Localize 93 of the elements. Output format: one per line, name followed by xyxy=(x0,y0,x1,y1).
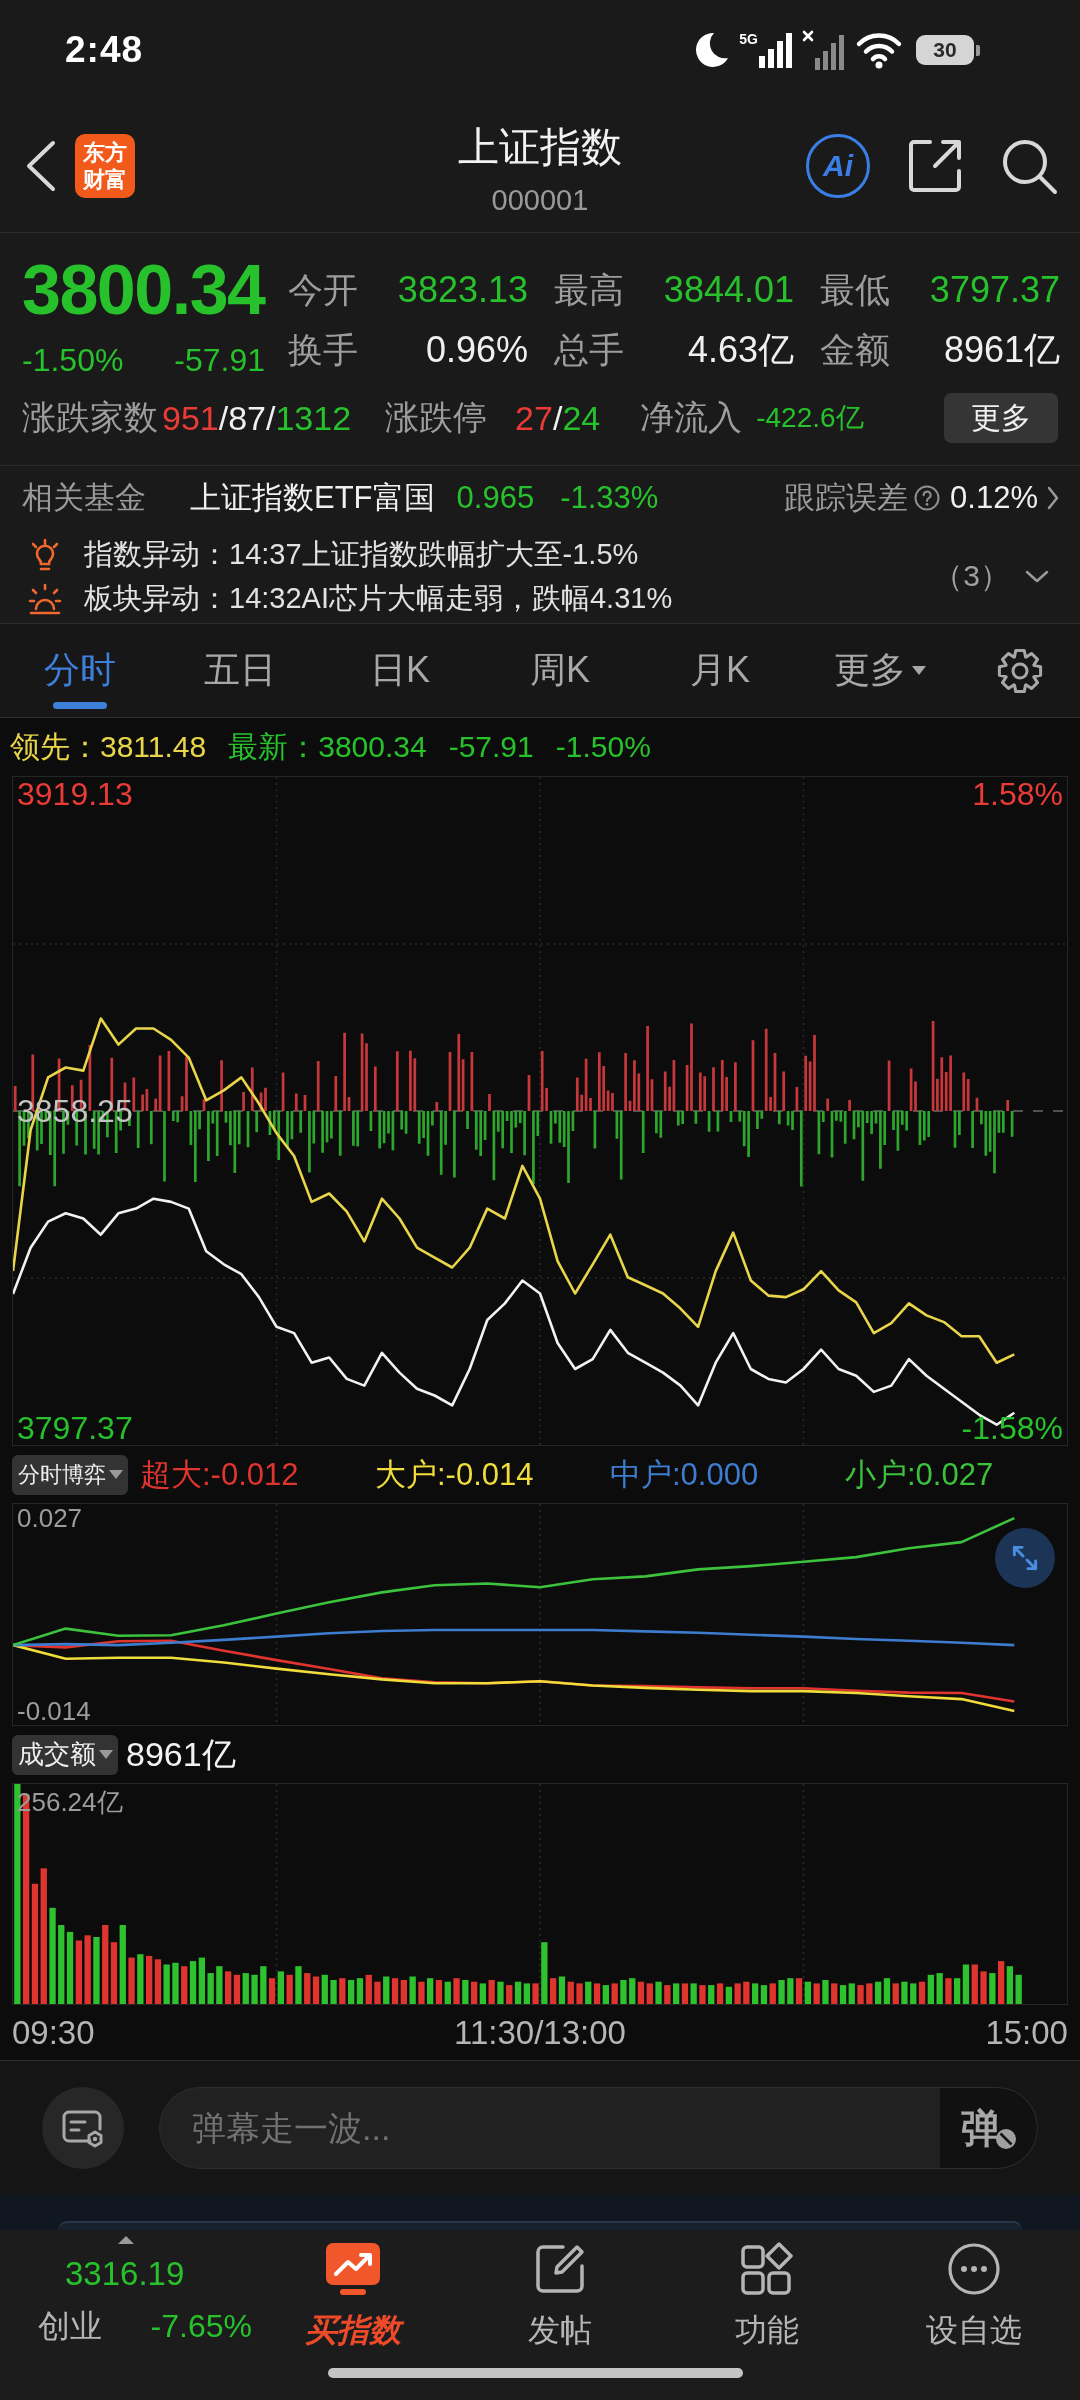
index-value[interactable]: 3316.19 xyxy=(65,2254,185,2294)
turnover-total: 8961亿 xyxy=(126,1733,236,1775)
stat-label: 净流入 xyxy=(640,397,743,438)
chart-tab[interactable]: 周K xyxy=(480,624,640,717)
stock-code: 000001 xyxy=(491,183,589,218)
time-label: 11:30/13:00 xyxy=(454,2012,626,2053)
legend-text: 中户:0.000 xyxy=(610,1455,760,1494)
document-gear-icon[interactable] xyxy=(42,2087,124,2169)
count-text: / xyxy=(552,398,563,438)
stock-title: 上证指数 xyxy=(458,123,622,172)
signal-icon xyxy=(759,32,793,68)
change-percent: -1.50% xyxy=(22,341,124,380)
count-text: 24 xyxy=(562,398,601,438)
network-type: 5G xyxy=(739,32,758,46)
chart-tab[interactable]: 更多 xyxy=(800,624,960,717)
stat-label: 换手 xyxy=(288,328,358,371)
more-icon xyxy=(946,2242,1001,2296)
fund-label: 相关基金 xyxy=(22,479,146,517)
chart-tab[interactable]: 月K xyxy=(640,624,800,717)
count-text: 27 xyxy=(515,398,553,438)
stat-label: 最低 xyxy=(820,268,890,311)
time-label: 09:30 xyxy=(12,2012,95,2053)
stat-label: 总手 xyxy=(554,328,624,371)
caret-up-icon[interactable] xyxy=(118,2236,134,2244)
stat-value: 4.63亿 xyxy=(687,327,794,372)
change-amount: -57.91 xyxy=(174,341,265,380)
stat-label: 涨跌家数 xyxy=(22,397,158,438)
nav-button[interactable]: 发帖 xyxy=(456,2230,663,2400)
axis-label: 0.027 xyxy=(17,1504,83,1533)
index-name[interactable]: 创业 xyxy=(38,2304,102,2348)
stat-label: 最高 xyxy=(554,268,624,311)
caret-down-icon xyxy=(912,666,926,675)
help-icon[interactable] xyxy=(914,485,941,511)
wifi-icon xyxy=(855,31,903,69)
legend-text: 大户:-0.014 xyxy=(375,1455,535,1494)
news-headline[interactable]: 指数异动：14:37上证指数跌幅扩大至-1.5% xyxy=(84,534,639,575)
axis-label: -0.014 xyxy=(17,1696,91,1725)
stat-label: 今开 xyxy=(288,268,358,311)
ai-button[interactable]: Ai xyxy=(806,134,870,198)
indicator-selector[interactable]: 成交额 xyxy=(12,1734,118,1775)
count-text: 951 xyxy=(162,398,219,438)
axis-label: 1.58% xyxy=(972,777,1063,811)
fund-name[interactable]: 上证指数ETF富国 xyxy=(190,477,435,519)
index-change[interactable]: -7.65% xyxy=(150,2304,252,2348)
legend-text: 小户:0.027 xyxy=(845,1455,995,1494)
app-logo: 东方 财富 xyxy=(75,134,135,198)
news-headline[interactable]: 板块异动：14:32AI芯片大幅走弱，跌幅4.31% xyxy=(84,578,673,619)
stat-value: 3823.13 xyxy=(397,269,528,311)
tracking-error-label: 跟踪误差 xyxy=(784,479,909,517)
battery-level: 30 xyxy=(916,35,974,65)
stat-value: 0.96% xyxy=(425,329,528,371)
chevron-down-icon[interactable] xyxy=(1024,568,1050,585)
more-button[interactable]: 更多 xyxy=(944,393,1058,443)
chart-tab[interactable]: 五日 xyxy=(160,624,320,717)
legend-text: -1.50% xyxy=(555,730,651,764)
no-signal-icon xyxy=(802,30,846,70)
nav-button[interactable]: 功能 xyxy=(663,2230,870,2400)
axis-label: -1.58% xyxy=(961,1410,1063,1445)
stat-value: 3797.37 xyxy=(929,269,1060,311)
trend-chart-icon xyxy=(323,2242,382,2296)
chart-tab[interactable]: 日K xyxy=(320,624,480,717)
share-icon[interactable] xyxy=(906,137,964,195)
stat-value: 3844.01 xyxy=(663,269,794,311)
stat-value: 8961亿 xyxy=(943,327,1060,372)
axis-label: 3919.13 xyxy=(17,777,133,811)
fund-change: -1.33% xyxy=(560,480,659,516)
net-inflow-value: -422.6亿 xyxy=(756,401,864,435)
search-icon[interactable] xyxy=(1000,137,1058,195)
caret-down-icon xyxy=(109,1470,123,1479)
stat-label: 涨跌停 xyxy=(385,397,488,438)
status-time: 2:48 xyxy=(65,29,144,71)
chart-tab[interactable]: 分时 xyxy=(0,624,160,717)
legend-text: 超大:-0.012 xyxy=(140,1455,300,1494)
settings-icon[interactable] xyxy=(996,646,1044,695)
sun-icon xyxy=(28,581,62,616)
stat-label: 金额 xyxy=(820,328,890,371)
expand-icon[interactable] xyxy=(995,1528,1055,1588)
count-text: /87/ xyxy=(218,398,276,438)
caret-down-icon xyxy=(99,1750,113,1759)
count-text: 1312 xyxy=(275,398,352,438)
legend-text: 最新：3800.34 xyxy=(228,728,427,765)
tracking-error-value: 0.12% xyxy=(950,480,1038,516)
time-label: 15:00 xyxy=(985,2012,1068,2053)
price-value: 3800.34 xyxy=(22,260,267,320)
news-count: （3） xyxy=(933,558,1010,594)
fund-price: 0.965 xyxy=(456,480,535,516)
indicator-selector[interactable]: 分时博弈 xyxy=(12,1454,128,1495)
chevron-right-icon[interactable] xyxy=(1046,485,1060,511)
axis-label: 3797.37 xyxy=(17,1410,133,1445)
legend-text: -57.91 xyxy=(448,730,534,764)
nav-button[interactable]: 设自选 xyxy=(870,2230,1077,2400)
legend-text: 领先：3811.48 xyxy=(10,728,207,765)
grid-icon xyxy=(739,2242,794,2296)
